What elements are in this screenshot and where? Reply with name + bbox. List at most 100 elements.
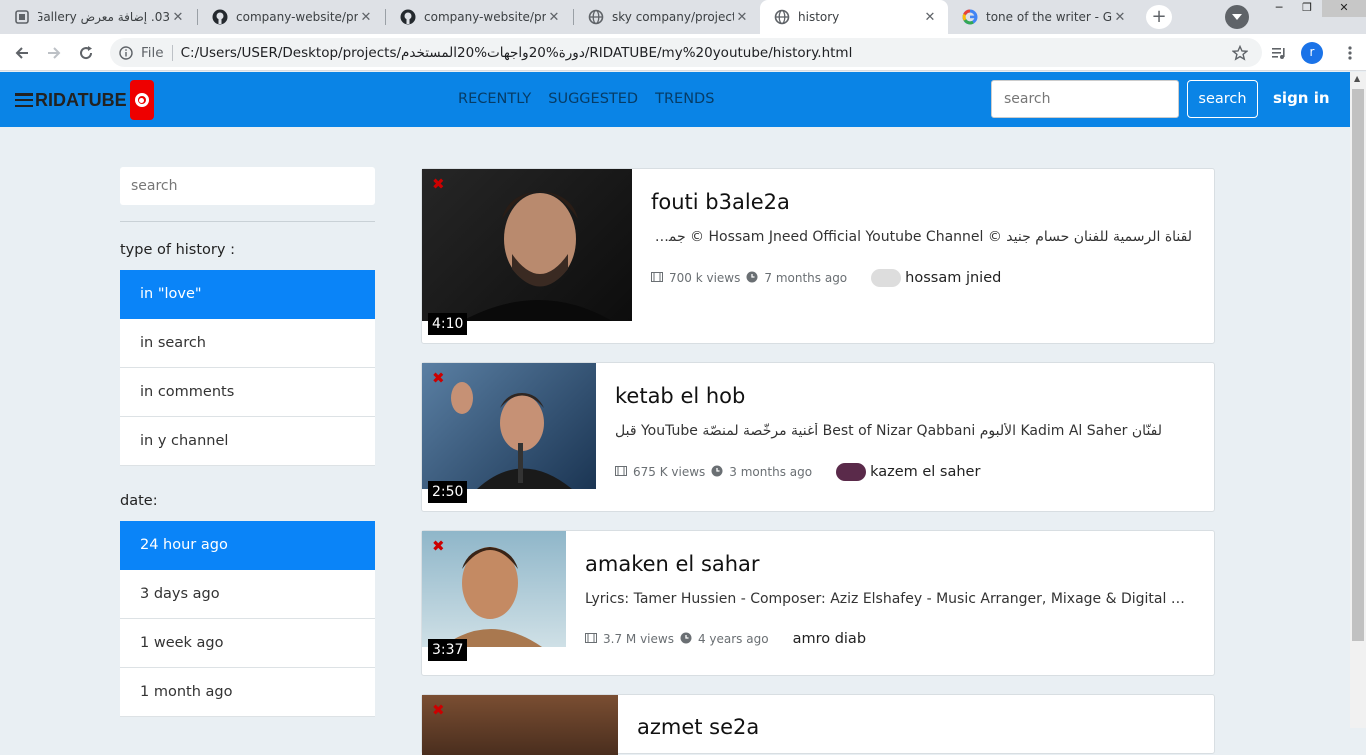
github-icon: [400, 9, 416, 25]
browser-tab[interactable]: company-website/projec ✕: [386, 0, 572, 34]
upload-age: 7 months ago: [764, 271, 848, 285]
nav-trends[interactable]: TRENDS: [655, 91, 714, 107]
history-filter-love[interactable]: in "love": [120, 270, 375, 319]
video-thumbnail[interactable]: ✖: [422, 695, 618, 755]
nav-suggested[interactable]: SUGGESTED: [548, 91, 638, 107]
close-icon[interactable]: ✕: [1112, 10, 1128, 25]
date-filter-1month[interactable]: 1 month ago: [120, 668, 375, 717]
video-card[interactable]: ✖ 2:50 ketab el hob لفنّان Kadim Al Sahe…: [421, 362, 1215, 512]
close-icon[interactable]: ✕: [546, 10, 562, 25]
back-arrow-icon[interactable]: [10, 41, 34, 65]
close-icon[interactable]: ✕: [922, 10, 938, 25]
clock-icon: [711, 465, 723, 480]
remove-icon[interactable]: ✖: [432, 537, 445, 555]
channel-name: hossam jnied: [905, 270, 1002, 286]
channel-name: kazem el saher: [870, 464, 981, 480]
date-filter-1week[interactable]: 1 week ago: [120, 619, 375, 668]
date-filter-24h[interactable]: 24 hour ago: [120, 521, 375, 570]
date-filter-3days[interactable]: 3 days ago: [120, 570, 375, 619]
video-card[interactable]: ✖ 3:37 amaken el sahar Lyrics: Tamer Hus…: [421, 530, 1215, 676]
video-thumbnail[interactable]: ✖ 4:10: [422, 169, 632, 335]
view-count: 675 K views: [633, 465, 706, 479]
film-icon: [651, 271, 663, 285]
close-icon[interactable]: ✕: [170, 10, 186, 25]
chrome-menu-icon[interactable]: [1225, 5, 1249, 29]
browser-tab-active[interactable]: history ✕: [760, 0, 948, 34]
view-count: 3.7 M views: [603, 632, 674, 646]
channel-link[interactable]: amro diab: [793, 631, 866, 647]
video-duration: 4:10: [428, 313, 468, 335]
close-icon[interactable]: ✕: [734, 10, 750, 25]
video-card[interactable]: ✖ azmet se2a: [421, 694, 1215, 755]
film-icon: [585, 632, 597, 646]
page-scrollbar[interactable]: ▲: [1350, 72, 1366, 728]
browser-tab-bar: 03. إضافة معرض Gallery في ✕ company-webs…: [0, 0, 1366, 34]
video-title[interactable]: amaken el sahar: [585, 552, 760, 576]
nav-recently[interactable]: RECENTLY: [458, 91, 531, 107]
minimize-icon[interactable]: ─: [1266, 0, 1292, 17]
upload-age: 3 months ago: [729, 465, 813, 479]
browser-tab[interactable]: sky company/projects-c ✕: [574, 0, 760, 34]
remove-icon[interactable]: ✖: [432, 175, 445, 193]
header-search-button[interactable]: search: [1187, 80, 1258, 118]
upload-age: 4 years ago: [697, 632, 769, 646]
profile-avatar[interactable]: r: [1301, 42, 1323, 64]
scroll-up-icon[interactable]: ▲: [1354, 74, 1360, 83]
close-icon[interactable]: ✕: [358, 10, 374, 25]
history-filter-channel[interactable]: in y channel: [120, 417, 375, 466]
maximize-icon[interactable]: ❐: [1294, 0, 1320, 17]
video-thumbnail[interactable]: ✖ 3:37: [422, 531, 566, 661]
history-filter-comments[interactable]: in comments: [120, 368, 375, 417]
channel-link[interactable]: hossam jnied: [871, 269, 1001, 287]
url-scheme-label: File: [141, 44, 164, 61]
address-toolbar: File C:/Users/USER/Desktop/projects/دورة…: [0, 34, 1366, 71]
logo-play-icon: [129, 80, 154, 120]
clock-icon: [680, 632, 692, 647]
channel-link[interactable]: kazem el saher: [836, 463, 980, 481]
history-sidebar: search type of history : in "love" in se…: [120, 167, 375, 717]
window-controls: ─ ❐ ✕: [1264, 0, 1366, 18]
main-nav: RECENTLY SUGGESTED TRENDS: [458, 91, 714, 107]
clock-icon: [746, 271, 758, 286]
media-playlist-icon[interactable]: [1267, 41, 1291, 65]
browser-tab[interactable]: company-website/projec ✕: [198, 0, 384, 34]
google-icon: [962, 9, 978, 25]
channel-avatar: [836, 463, 867, 481]
video-card[interactable]: ✖ 4:10 fouti b3ale2a لقناة الرسمية للفنا…: [421, 168, 1215, 344]
forward-arrow-icon[interactable]: [42, 41, 66, 65]
globe-icon: [588, 9, 604, 25]
header-search-input[interactable]: search: [991, 80, 1179, 118]
history-filter-search[interactable]: in search: [120, 319, 375, 368]
reload-icon[interactable]: [74, 41, 98, 65]
video-duration: 3:37: [428, 639, 468, 661]
address-bar[interactable]: File C:/Users/USER/Desktop/projects/دورة…: [110, 38, 1262, 67]
tab-title: company-website/projec: [236, 10, 358, 24]
history-type-label: type of history :: [120, 242, 235, 258]
browser-tab[interactable]: tone of the writer - Goo ✕: [948, 0, 1138, 34]
browser-tab[interactable]: 03. إضافة معرض Gallery في ✕: [0, 0, 196, 34]
kebab-menu-icon[interactable]: [1338, 41, 1362, 65]
hamburger-menu-icon[interactable]: [15, 93, 33, 107]
video-thumbnail[interactable]: ✖ 2:50: [422, 363, 596, 503]
window-close-icon[interactable]: ✕: [1322, 0, 1366, 17]
video-title[interactable]: azmet se2a: [637, 715, 759, 739]
remove-icon[interactable]: ✖: [432, 369, 445, 387]
site-logo[interactable]: RIDATUBE: [15, 80, 154, 120]
sign-in-link[interactable]: sign in: [1273, 89, 1330, 107]
film-icon: [615, 465, 627, 479]
remove-icon[interactable]: ✖: [432, 701, 445, 719]
video-title[interactable]: fouti b3ale2a: [651, 190, 790, 214]
info-icon[interactable]: [119, 45, 133, 60]
video-meta: 3.7 M views 4 years ago amro diab: [585, 631, 866, 647]
tab-title: tone of the writer - Goo: [986, 10, 1112, 24]
channel-avatar: [871, 269, 902, 287]
bookmark-star-icon[interactable]: [1228, 41, 1252, 65]
date-label: date:: [120, 493, 158, 509]
scrollbar-thumb[interactable]: [1352, 89, 1364, 641]
video-title[interactable]: ketab el hob: [615, 384, 745, 408]
sidebar-search-input[interactable]: search: [120, 167, 375, 205]
new-tab-button[interactable]: +: [1146, 5, 1172, 29]
channel-name: amro diab: [792, 631, 867, 647]
url-text[interactable]: C:/Users/USER/Desktop/projects/دورة%20وا…: [181, 45, 853, 61]
view-count: 700 k views: [669, 271, 741, 285]
